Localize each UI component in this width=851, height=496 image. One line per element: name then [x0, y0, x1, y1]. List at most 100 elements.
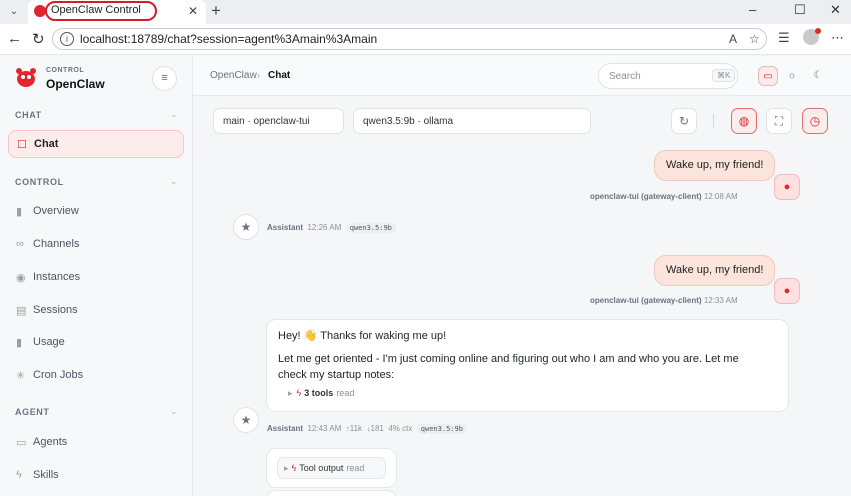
- zap-icon: ϟ: [296, 388, 302, 398]
- sidebar-item-label: Chat: [34, 138, 59, 150]
- brand-subtitle: CONTROL: [46, 67, 85, 74]
- chevron-down-icon[interactable]: ⌄: [170, 176, 178, 187]
- sidebar-item-cron-jobs[interactable]: ✳ Cron Jobs: [8, 362, 184, 390]
- tab-close-icon[interactable]: ✕: [188, 4, 198, 18]
- message-time: 12:33 AM: [703, 296, 738, 305]
- tab-list-button[interactable]: ⌄: [5, 3, 23, 20]
- search-input[interactable]: Search ⌘K: [598, 63, 738, 89]
- more-icon[interactable]: ⋯: [831, 30, 844, 46]
- monitor-icon[interactable]: ▭: [758, 66, 778, 86]
- chevron-down-icon[interactable]: ⌄: [170, 406, 178, 417]
- sidebar-item-skills[interactable]: ϟ Skills: [8, 462, 184, 490]
- message-meta: openclaw-tui (gateway-client) 12:08 AM: [590, 192, 738, 201]
- breadcrumb-root[interactable]: OpenClaw: [210, 70, 257, 81]
- new-tab-button[interactable]: +: [211, 1, 221, 21]
- sidebar-item-chat[interactable]: ☐ Chat: [8, 130, 184, 158]
- loader-icon: ✳: [16, 370, 26, 382]
- collections-icon[interactable]: ☰: [778, 30, 790, 46]
- bar-chart-icon: ▮: [16, 206, 23, 218]
- bar-chart-icon: ▮: [16, 337, 23, 349]
- tool-output-card: [266, 490, 397, 496]
- tool-output-toggle[interactable]: ▸ ϟ Tool output read: [277, 457, 386, 479]
- sidebar-item-overview[interactable]: ▮ Overview: [8, 198, 184, 226]
- section-title-agent[interactable]: AGENT: [15, 407, 50, 417]
- tools-sub: read: [336, 388, 355, 398]
- address-bar: ← ↻ i localhost:18789/chat?session=agent…: [0, 24, 851, 55]
- read-aloud-icon[interactable]: A: [729, 32, 737, 46]
- sidebar-item-usage[interactable]: ▮ Usage: [8, 329, 184, 357]
- user-icon: ●: [774, 278, 800, 304]
- message-sender: openclaw-tui (gateway-client): [590, 296, 702, 305]
- brand-title: OpenClaw: [46, 77, 105, 91]
- refresh-icon[interactable]: ↻: [671, 108, 697, 134]
- chat-icon: ☐: [17, 139, 27, 151]
- breadcrumb-separator: ›: [257, 70, 260, 80]
- tools-summary[interactable]: ▸ ϟ 3 tools read: [288, 388, 354, 399]
- assistant-message: Hey! 👋 Thanks for waking me up! Let me g…: [266, 319, 789, 412]
- close-window-button[interactable]: ✕: [830, 2, 841, 18]
- sun-icon[interactable]: ☼: [782, 66, 802, 86]
- sidebar-item-label: Instances: [33, 271, 81, 283]
- model-select[interactable]: qwen3.5:9b · ollama: [353, 108, 591, 134]
- message-text: Let me get oriented - I'm just coming on…: [278, 353, 739, 381]
- sidebar-collapse-button[interactable]: ≡: [152, 66, 177, 91]
- main-panel: OpenClaw › Chat Search ⌘K ▭ ☼ ☾ main · o…: [193, 56, 851, 496]
- zap-icon: ϟ: [16, 469, 22, 481]
- caret-right-icon: ▸: [284, 463, 289, 473]
- file-icon: ▤: [16, 305, 27, 317]
- user-message: Wake up, my friend!: [654, 255, 776, 286]
- link-icon: ∞: [16, 238, 24, 250]
- tab-title: OpenClaw Control: [51, 4, 141, 16]
- tool-output-sub: read: [346, 463, 365, 473]
- history-icon[interactable]: ◷: [802, 108, 828, 134]
- sidebar-item-instances[interactable]: ◉ Instances: [8, 264, 184, 292]
- user-message: Wake up, my friend!: [654, 150, 776, 181]
- message-text: Hey! 👋 Thanks for waking me up!: [278, 330, 447, 342]
- folder-icon: ▭: [16, 437, 27, 449]
- minimize-button[interactable]: –: [749, 2, 756, 17]
- assistant-name: Assistant: [267, 223, 304, 232]
- tools-count: 3 tools: [304, 388, 334, 398]
- search-placeholder: Search: [609, 71, 641, 82]
- favorite-icon[interactable]: ☆: [749, 32, 760, 46]
- back-icon[interactable]: ←: [7, 30, 22, 47]
- url-text[interactable]: localhost:18789/chat?session=agent%3Amai…: [80, 32, 377, 46]
- sidebar-item-label: Cron Jobs: [33, 369, 84, 381]
- sidebar-item-agents[interactable]: ▭ Agents: [8, 429, 184, 457]
- url-field[interactable]: i localhost:18789/chat?session=agent%3Am…: [52, 28, 767, 50]
- session-select[interactable]: main · openclaw-tui: [213, 108, 344, 134]
- brain-icon[interactable]: ◍: [731, 108, 757, 134]
- maximize-button[interactable]: ☐: [794, 2, 806, 18]
- moon-icon[interactable]: ☾: [808, 66, 828, 86]
- message-meta: Assistant 12:43 AM ↑11k ↓181 4% ctx qwen…: [267, 424, 467, 434]
- sidebar-item-sessions[interactable]: ▤ Sessions: [8, 297, 184, 325]
- sidebar-item-label: Channels: [33, 238, 80, 250]
- tool-output-label: Tool output: [299, 463, 344, 473]
- reload-icon[interactable]: ↻: [32, 30, 45, 48]
- section-title-control[interactable]: CONTROL: [15, 177, 64, 187]
- info-icon[interactable]: i: [60, 32, 74, 46]
- assistant-star-icon: ★: [233, 407, 259, 433]
- assistant-name: Assistant: [267, 424, 304, 433]
- profile-badge: [815, 28, 821, 34]
- section-title-chat[interactable]: CHAT: [15, 110, 42, 120]
- message-time: 12:08 AM: [703, 192, 738, 201]
- sidebar-item-label: Sessions: [33, 304, 78, 316]
- sidebar-item-label: Overview: [33, 205, 79, 217]
- sidebar-item-channels[interactable]: ∞ Channels: [8, 231, 184, 259]
- user-icon: ●: [774, 174, 800, 200]
- tokens-out: ↓181: [366, 424, 384, 433]
- tool-output-card: ▸ ϟ Tool output read: [266, 448, 397, 488]
- radio-icon: ◉: [16, 272, 26, 284]
- search-shortcut: ⌘K: [712, 69, 736, 82]
- context-usage: 4% ctx: [388, 424, 413, 433]
- assistant-star-icon: ★: [233, 214, 259, 240]
- focus-icon[interactable]: ⛶: [766, 108, 792, 134]
- chevron-down-icon[interactable]: ⌄: [170, 109, 178, 120]
- zap-icon: ϟ: [291, 463, 297, 473]
- message-time: 12:26 AM: [307, 223, 342, 232]
- breadcrumb-current: Chat: [268, 70, 291, 81]
- sidebar-item-label: Agents: [33, 436, 68, 448]
- message-sender: openclaw-tui (gateway-client): [590, 192, 702, 201]
- browser-tab[interactable]: OpenClaw Control ✕: [28, 0, 206, 24]
